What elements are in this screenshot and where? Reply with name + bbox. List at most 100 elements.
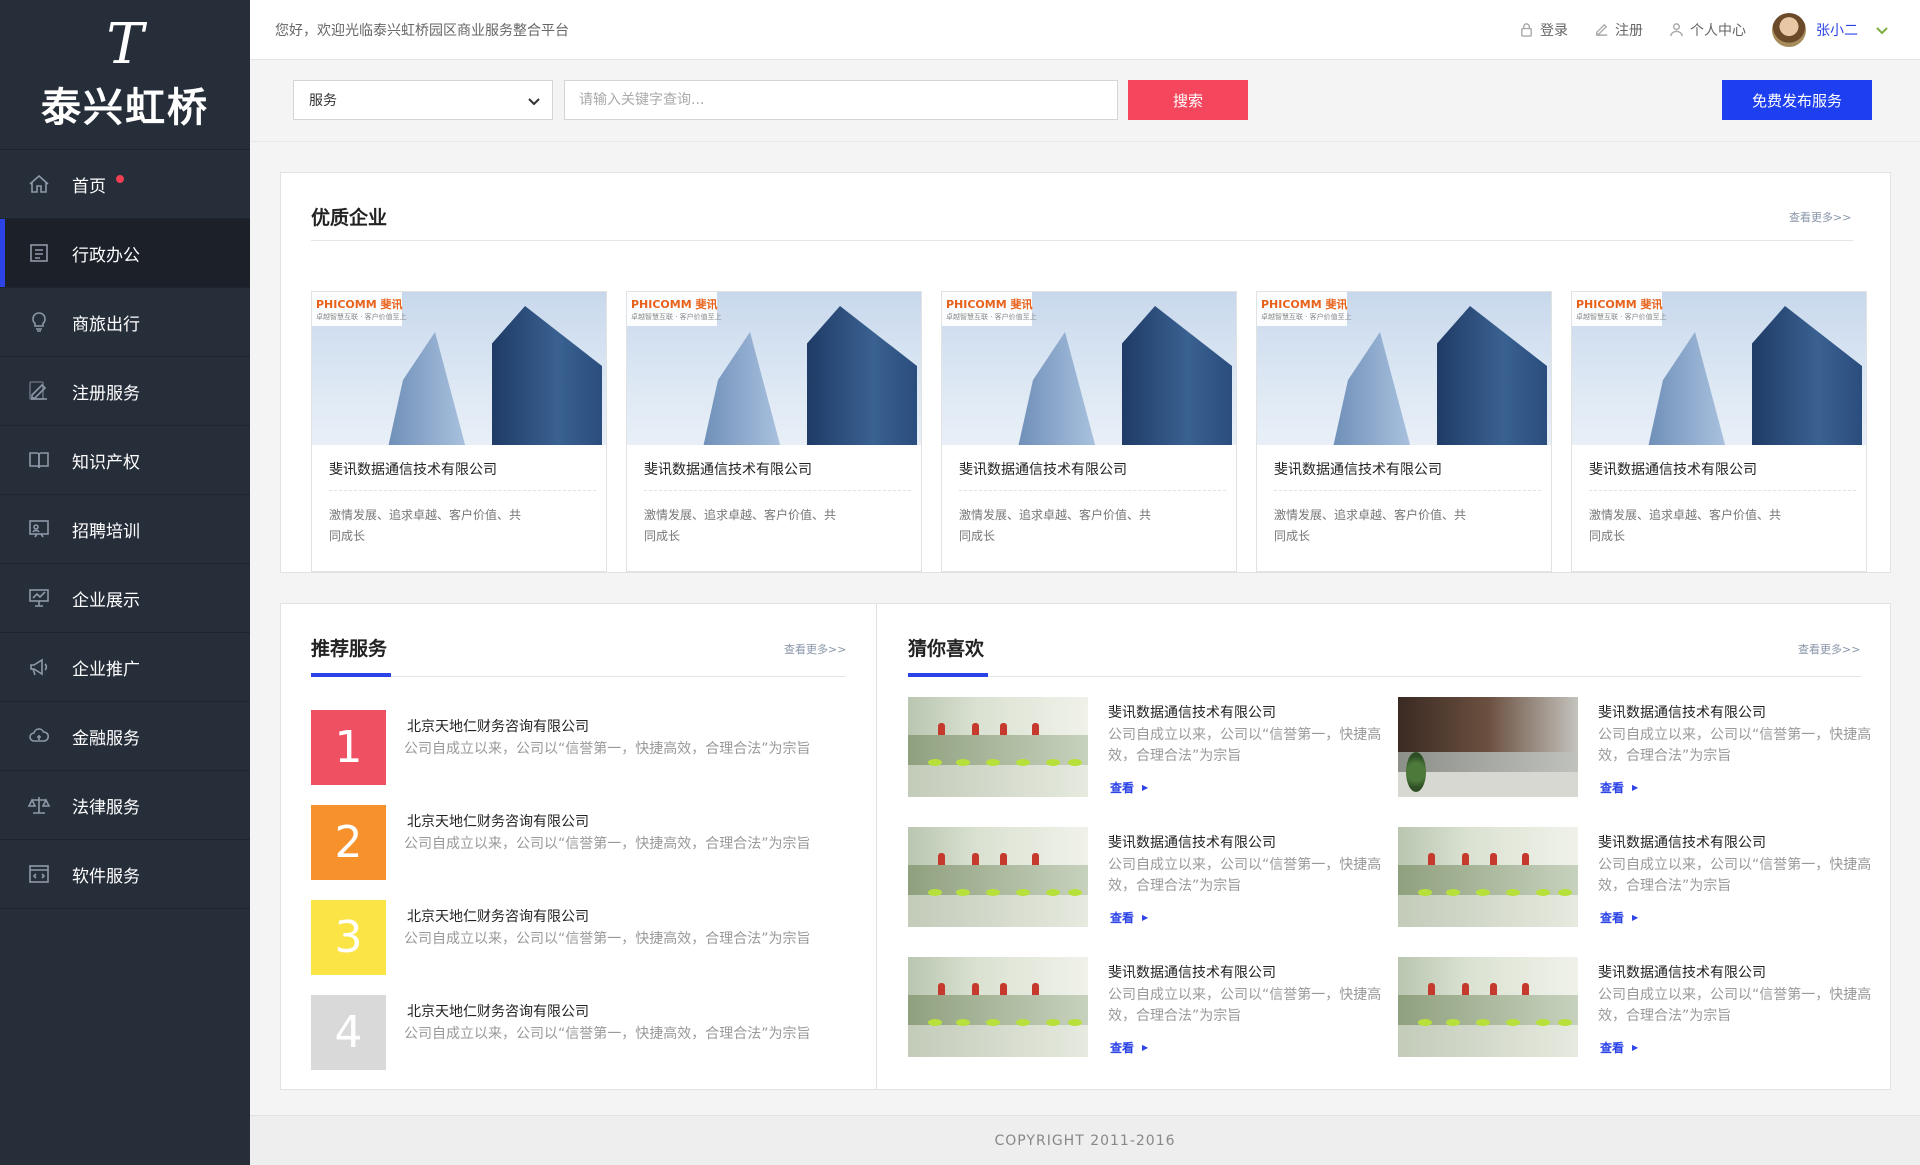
company-card[interactable]: PHICOMM 斐讯 卓越智慧互联 · 客户价值至上 斐讯数据通信技术有限公司 激情发… xyxy=(941,291,1237,572)
view-link[interactable]: 查看 ▶ xyxy=(1110,779,1148,796)
quality-more-link[interactable]: 查看更多>> xyxy=(1789,209,1851,225)
guess-item[interactable]: 斐讯数据通信技术有限公司公司自成立以来，公司以“信誉第一，快捷高效，合理合法”为… xyxy=(1398,827,1878,927)
brand-slogan: 卓越智慧互联 · 客户价值至上 xyxy=(946,313,1037,321)
rank-badge: 4 xyxy=(311,995,386,1070)
company-name: 斐讯数据通信技术有限公司 xyxy=(644,462,812,478)
card-divider xyxy=(329,490,596,491)
brand-en: PHICOMM xyxy=(1261,298,1322,311)
guess-item[interactable]: 斐讯数据通信技术有限公司公司自成立以来，公司以“信誉第一，快捷高效，合理合法”为… xyxy=(908,827,1388,927)
guess-title: 斐讯数据通信技术有限公司 xyxy=(1598,835,1766,851)
login-link[interactable]: 登录 xyxy=(1519,20,1568,40)
building-shape xyxy=(1332,332,1412,445)
avatar xyxy=(1772,12,1806,47)
title-underline xyxy=(908,673,988,677)
sidebar-item[interactable]: 知识产权 xyxy=(0,426,250,495)
guess-item[interactable]: 斐讯数据通信技术有限公司 公司自成立以来，公司以“信誉第一，快捷高效，合理合法”为… xyxy=(908,957,1388,1057)
recommended-item[interactable]: 3 北京天地仁财务咨询有限公司 公司自成立以来，公司以“信誉第一，快捷高效，合理合法… xyxy=(311,900,831,976)
recommended-item[interactable]: 1 北京天地仁财务咨询有限公司 公司自成立以来，公司以“信誉第一，快捷高效，合理合法… xyxy=(311,710,831,786)
personal-center-link[interactable]: 个人中心 xyxy=(1669,20,1746,40)
lightbulb-icon xyxy=(26,309,52,335)
guess-desc: 公司自成立以来，公司以“信誉第一，快捷高效，合理合法”为宗旨 xyxy=(1108,857,1382,894)
brand-cn: 斐讯 xyxy=(380,298,403,311)
building-shape xyxy=(387,332,467,445)
guess-title: 斐讯数据通信技术有限公司 xyxy=(1108,835,1276,851)
guess-item[interactable]: 斐讯数据通信技术有限公司 公司自成立以来，公司以“信誉第一，快捷高效，合理合法”为… xyxy=(908,697,1388,797)
guess-title: 斐讯数据通信技术有限公司 xyxy=(1598,705,1766,721)
sidebar-item[interactable]: 商旅出行 xyxy=(0,288,250,357)
register-link[interactable]: 注册 xyxy=(1594,20,1643,40)
panel-divider xyxy=(908,676,1861,677)
brand-cn: 斐讯 xyxy=(1325,298,1348,311)
company-desc: 激情发展、追求卓越、客户价值、共同成长 xyxy=(644,508,837,543)
recommended-desc: 公司自成立以来，公司以“信誉第一，快捷高效，合理合法”为宗旨 xyxy=(404,1026,811,1042)
company-desc: 激情发展、追求卓越、客户价值、共同成长 xyxy=(329,508,522,543)
company-card[interactable]: PHICOMM 斐讯 卓越智慧互联 · 客户价值至上 斐讯数据通信技术有限公司 激情发… xyxy=(1571,291,1867,572)
view-label: 查看 xyxy=(1110,911,1135,925)
edit-icon xyxy=(26,378,52,404)
recommended-item[interactable]: 2 北京天地仁财务咨询有限公司 公司自成立以来，公司以“信誉第一，快捷高效，合理合法… xyxy=(311,805,831,881)
sidebar: T 泰兴虹桥 首页行政办公商旅出行 注册服务知识产权招聘培训企业展示 企业推广 金融服… xyxy=(0,0,250,1165)
sidebar-item-label: 法律服务 xyxy=(72,797,140,818)
office-image xyxy=(908,827,1088,927)
brand-cn: 斐讯 xyxy=(1640,298,1663,311)
category-select[interactable]: 服务 xyxy=(293,80,553,120)
recommend-more-link[interactable]: 查看更多>> xyxy=(784,641,846,657)
company-card[interactable]: PHICOMM 斐讯 卓越智慧互联 · 客户价值至上 斐讯数据通信技术有限公司 激情发… xyxy=(626,291,922,572)
sidebar-item[interactable]: 注册服务 xyxy=(0,357,250,426)
office-image xyxy=(908,697,1088,797)
sidebar-item[interactable]: 企业展示 xyxy=(0,564,250,633)
company-card[interactable]: PHICOMM 斐讯 卓越智慧互联 · 客户价值至上 斐讯数据通信技术有限公司 激情发… xyxy=(1256,291,1552,572)
view-link[interactable]: 查看 ▶ xyxy=(1110,1039,1148,1056)
megaphone-icon xyxy=(26,654,52,680)
home-icon xyxy=(26,171,52,197)
copyright: COPYRIGHT 2011-2016 xyxy=(994,1132,1176,1149)
sidebar-item-label: 招聘培训 xyxy=(72,521,140,542)
view-link[interactable]: 查看 ▶ xyxy=(1600,909,1638,926)
sidebar-item[interactable]: 软件服务 xyxy=(0,840,250,909)
sidebar-item-label: 知识产权 xyxy=(72,452,140,473)
guess-item[interactable]: 斐讯数据通信技术有限公司 公司自成立以来，公司以“信誉第一，快捷高效，合理合法”为… xyxy=(1398,957,1878,1057)
company-desc: 激情发展、追求卓越、客户价值、共同成长 xyxy=(1589,508,1782,543)
view-label: 查看 xyxy=(1110,781,1135,795)
card-divider xyxy=(1589,490,1856,491)
panel-divider xyxy=(311,240,1853,241)
guess-title: 斐讯数据通信技术有限公司 xyxy=(1108,705,1276,721)
edit-icon xyxy=(1595,23,1608,36)
view-link[interactable]: 查看 ▶ xyxy=(1110,909,1148,926)
guess-title: 斐讯数据通信技术有限公司 xyxy=(1598,965,1766,981)
guess-item[interactable]: 斐讯数据通信技术有限公司 公司自成立以来，公司以“信誉第一，快捷高效，合理合法”为… xyxy=(1398,697,1878,797)
office-image xyxy=(1398,957,1578,1057)
recommended-desc: 公司自成立以来，公司以“信誉第一，快捷高效，合理合法”为宗旨 xyxy=(404,931,811,947)
sidebar-item[interactable]: 金融服务 xyxy=(0,702,250,771)
recommended-item[interactable]: 4 北京天地仁财务咨询有限公司公司自成立以来，公司以“信誉第一，快捷高效，合理合法… xyxy=(311,995,831,1071)
sidebar-item[interactable]: 招聘培训 xyxy=(0,495,250,564)
logo[interactable]: T 泰兴虹桥 xyxy=(0,0,250,150)
view-label: 查看 xyxy=(1110,1041,1135,1055)
recommended-title: 北京天地仁财务咨询有限公司 xyxy=(407,1004,589,1020)
sidebar-item[interactable]: 行政办公 xyxy=(0,219,250,288)
guess-desc: 公司自成立以来，公司以“信誉第一，快捷高效，合理合法”为宗旨 xyxy=(1598,857,1872,894)
office-image xyxy=(1398,697,1578,797)
chevron-down-icon xyxy=(1876,26,1888,34)
login-label: 登录 xyxy=(1540,22,1568,39)
triangle-right-icon: ▶ xyxy=(1632,783,1639,792)
sidebar-item[interactable]: 首页 xyxy=(0,150,250,219)
panel-divider xyxy=(311,676,846,677)
view-link[interactable]: 查看 ▶ xyxy=(1600,779,1638,796)
view-link[interactable]: 查看 ▶ xyxy=(1600,1039,1638,1056)
sidebar-item-label: 行政办公 xyxy=(72,245,140,266)
document-icon xyxy=(26,240,52,266)
user-menu[interactable]: 张小二 xyxy=(1772,12,1890,47)
building-shape xyxy=(1437,306,1547,445)
company-card[interactable]: PHICOMM 斐讯 卓越智慧互联 · 客户价值至上 斐讯数据通信技术有限公司 激情发… xyxy=(311,291,607,572)
sidebar-item[interactable]: 企业推广 xyxy=(0,633,250,702)
guess-more-link[interactable]: 查看更多>> xyxy=(1798,641,1860,657)
logo-mark: T xyxy=(106,11,144,77)
publish-service-button[interactable]: 免费发布服务 xyxy=(1722,80,1872,120)
search-input[interactable] xyxy=(564,80,1118,120)
sidebar-item-label: 软件服务 xyxy=(72,866,140,887)
sidebar-item[interactable]: 法律服务 xyxy=(0,771,250,840)
search-button[interactable]: 搜索 xyxy=(1128,80,1248,120)
company-name: 斐讯数据通信技术有限公司 xyxy=(1589,462,1757,478)
recommended-services-title: 推荐服务 xyxy=(311,638,388,660)
